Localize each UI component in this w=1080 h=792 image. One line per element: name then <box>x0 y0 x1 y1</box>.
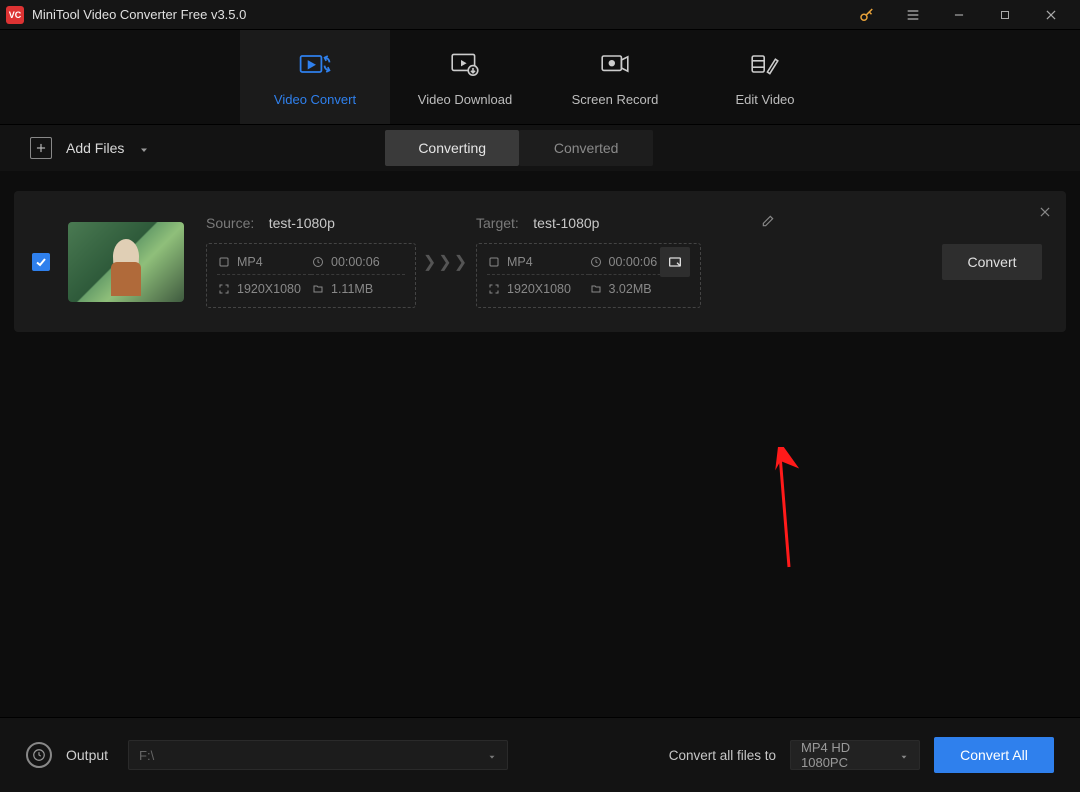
close-window-button[interactable] <box>1028 0 1074 30</box>
filesize-icon <box>311 282 325 296</box>
source-duration: 00:00:06 <box>331 255 380 269</box>
clock-icon <box>311 255 325 269</box>
add-files-label: Add Files <box>66 140 124 156</box>
chevron-down-icon <box>487 750 497 760</box>
subtab-converting[interactable]: Converting <box>385 130 519 166</box>
add-files-icon <box>30 137 52 159</box>
remove-item-button[interactable] <box>1038 205 1052 224</box>
premium-key-icon[interactable] <box>844 0 890 30</box>
filesize-icon <box>589 282 603 296</box>
arrow-separator-icon: ❯❯❯ <box>416 252 476 272</box>
maximize-button[interactable] <box>982 0 1028 30</box>
minimize-button[interactable] <box>936 0 982 30</box>
output-label: Output <box>66 747 108 763</box>
tab-label: Screen Record <box>572 92 659 107</box>
source-info: Source: test-1080p MP4 00:00:06 1920X108… <box>206 215 416 308</box>
resolution-icon <box>487 282 501 296</box>
titlebar: VC MiniTool Video Converter Free v3.5.0 <box>0 0 1080 30</box>
video-thumbnail[interactable] <box>68 222 184 302</box>
tab-label: Video Download <box>418 92 512 107</box>
source-label: Source: <box>206 215 254 231</box>
status-subtabs: Converting Converted <box>385 130 653 166</box>
annotation-arrow-icon <box>769 447 809 577</box>
chevron-down-icon <box>899 750 909 760</box>
convert-button-label: Convert <box>967 254 1016 270</box>
chevron-down-icon <box>138 143 148 153</box>
target-info: Target: test-1080p MP4 00:00:06 1920X108… <box>476 215 776 308</box>
add-files-button[interactable]: Add Files <box>30 137 148 159</box>
subtab-converted[interactable]: Converted <box>519 130 653 166</box>
subtab-label: Converting <box>418 140 486 156</box>
conversion-list: Source: test-1080p MP4 00:00:06 1920X108… <box>0 171 1080 717</box>
screen-record-icon <box>599 48 631 80</box>
tab-screen-record[interactable]: Screen Record <box>540 30 690 124</box>
subtab-label: Converted <box>554 140 619 156</box>
source-format: MP4 <box>237 255 263 269</box>
output-path-icon[interactable] <box>26 742 52 768</box>
output-path-select[interactable]: F:\ <box>128 740 508 770</box>
conversion-item: Source: test-1080p MP4 00:00:06 1920X108… <box>14 191 1066 332</box>
footer-bar: Output F:\ Convert all files to MP4 HD 1… <box>0 717 1080 792</box>
source-size: 1.11MB <box>331 282 373 296</box>
resolution-icon <box>217 282 231 296</box>
format-icon <box>487 255 501 269</box>
item-checkbox[interactable] <box>32 253 50 271</box>
edit-video-icon <box>749 48 781 80</box>
edit-target-button[interactable] <box>754 207 782 235</box>
target-filename: test-1080p <box>533 215 599 231</box>
output-format-value: MP4 HD 1080PC <box>801 740 899 770</box>
menu-icon[interactable] <box>890 0 936 30</box>
video-download-icon <box>449 48 481 80</box>
output-path-value: F:\ <box>139 748 154 763</box>
source-resolution: 1920X1080 <box>237 282 301 296</box>
tab-label: Edit Video <box>735 92 794 107</box>
app-title: MiniTool Video Converter Free v3.5.0 <box>32 7 246 22</box>
target-format: MP4 <box>507 255 533 269</box>
video-convert-icon <box>299 48 331 80</box>
tab-label: Video Convert <box>274 92 356 107</box>
output-format-select[interactable]: MP4 HD 1080PC <box>790 740 920 770</box>
format-icon <box>217 255 231 269</box>
target-size: 3.02MB <box>609 282 652 296</box>
target-label: Target: <box>476 215 519 231</box>
target-settings-button[interactable] <box>660 247 690 277</box>
main-tab-bar: Video Convert Video Download Screen Reco… <box>0 30 1080 125</box>
source-filename: test-1080p <box>269 215 335 231</box>
target-duration: 00:00:06 <box>609 255 658 269</box>
convert-all-button-label: Convert All <box>960 747 1028 763</box>
sub-toolbar: Add Files Converting Converted <box>0 125 1080 171</box>
clock-icon <box>589 255 603 269</box>
tab-video-download[interactable]: Video Download <box>390 30 540 124</box>
tab-edit-video[interactable]: Edit Video <box>690 30 840 124</box>
convert-button[interactable]: Convert <box>942 244 1042 280</box>
convert-all-button[interactable]: Convert All <box>934 737 1054 773</box>
target-resolution: 1920X1080 <box>507 282 571 296</box>
app-logo-icon: VC <box>6 6 24 24</box>
tab-video-convert[interactable]: Video Convert <box>240 30 390 124</box>
convert-all-files-label: Convert all files to <box>669 748 776 763</box>
